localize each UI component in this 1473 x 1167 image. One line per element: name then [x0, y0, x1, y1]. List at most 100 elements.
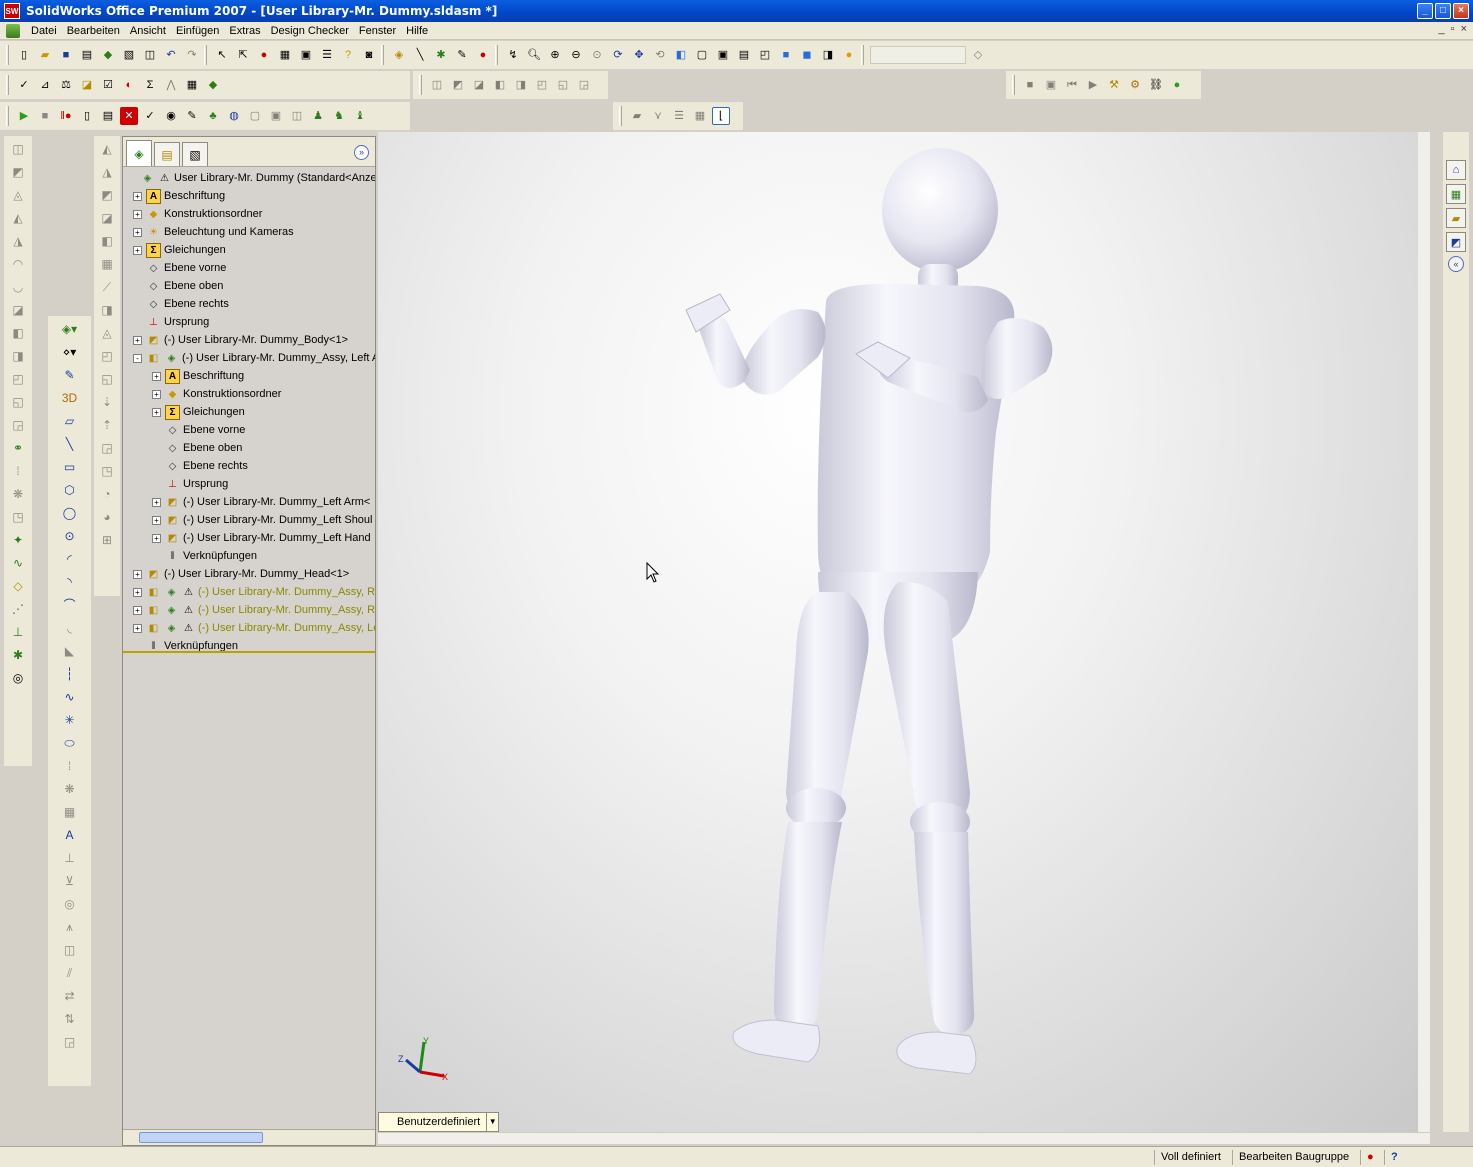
dummy-torso[interactable] — [817, 283, 1015, 602]
check-icon[interactable]: ☑ — [99, 76, 117, 94]
trim-surface-icon[interactable]: ◱ — [98, 370, 116, 388]
expand-node-icon[interactable]: + — [152, 533, 161, 543]
user-icon[interactable]: ♟ — [309, 107, 327, 125]
expand-node-icon[interactable]: + — [133, 605, 142, 615]
tree-node[interactable]: ◇ Ebene rechts — [152, 457, 248, 475]
box3-icon[interactable]: ◫ — [288, 107, 306, 125]
table-icon[interactable]: ▦ — [691, 107, 709, 125]
deviation-icon[interactable]: ⋀ — [162, 76, 180, 94]
tree-node[interactable]: + ◧ ◈ ⚠ (-) User Library-Mr. Dummy_Assy, Lef… — [133, 619, 375, 637]
surface-loft-icon[interactable]: ◪ — [98, 209, 116, 227]
revolve-icon[interactable]: ◩ — [9, 163, 27, 181]
menu-ansicht[interactable]: Ansicht — [125, 25, 171, 37]
expand-node-icon[interactable]: + — [133, 245, 142, 255]
feature-works-icon[interactable]: ◆ — [204, 76, 222, 94]
ellipse-icon[interactable]: ⬭ — [61, 734, 79, 752]
tree-node[interactable]: + Σ Gleichungen — [133, 241, 226, 259]
tree-node[interactable]: + ◆ Konstruktionsordner — [133, 205, 262, 223]
radiate-icon[interactable]: ◲ — [98, 439, 116, 457]
fill-surface-icon[interactable]: ◬ — [98, 324, 116, 342]
tree-node[interactable]: ⊥ Ursprung — [152, 475, 228, 493]
validate-icon[interactable]: ✓ — [141, 107, 159, 125]
tree-node[interactable]: + ☀ Beleuchtung und Kameras — [133, 223, 294, 241]
tree-node[interactable]: + Σ Gleichungen — [152, 403, 245, 421]
shaded-edges-icon[interactable]: ◰ — [756, 46, 774, 64]
tree-node[interactable]: + A Beschriftung — [133, 187, 225, 205]
move-entities-icon[interactable]: ⇅ — [61, 1010, 79, 1028]
user-add-icon[interactable]: ♞ — [330, 107, 348, 125]
graphics-horizontal-scrollbar[interactable] — [378, 1132, 1430, 1144]
view-mode-selector[interactable]: Benutzerdefiniert ▼ — [378, 1112, 500, 1132]
apple-icon[interactable]: ● — [1168, 76, 1186, 94]
tree-node[interactable]: ◇ Ebene rechts — [133, 295, 229, 313]
circular-sketch-pattern-icon[interactable]: ❋ — [61, 780, 79, 798]
help-icon[interactable]: ? — [339, 46, 357, 64]
dummy-right-foot[interactable] — [732, 1019, 821, 1063]
doc-restore-button[interactable]: ▫ — [1451, 23, 1455, 35]
tree-node[interactable]: ◇ Ebene oben — [133, 277, 224, 295]
mate-icon[interactable]: ◩ — [449, 76, 467, 94]
text-icon[interactable]: A — [61, 826, 79, 844]
expand-node-icon[interactable]: + — [133, 587, 142, 597]
ruler-icon[interactable]: ▱ — [61, 412, 79, 430]
corner-icon[interactable]: ⌊ — [712, 107, 730, 125]
smart-fasteners-icon[interactable]: ◨ — [512, 76, 530, 94]
layer-combo[interactable] — [870, 46, 966, 64]
pan-icon[interactable]: ✥ — [630, 46, 648, 64]
section-view-icon[interactable]: ◨ — [819, 46, 837, 64]
edit-sketch-icon[interactable]: ✎ — [61, 366, 79, 384]
tree-node[interactable]: + A Beschriftung — [152, 367, 244, 385]
graphics-vertical-scrollbar[interactable] — [1418, 132, 1430, 1132]
help-status-icon[interactable]: ? — [1384, 1150, 1412, 1165]
hatch-icon[interactable]: ▦ — [61, 803, 79, 821]
configuration-manager-tab[interactable]: ▧ — [182, 142, 208, 166]
expand-node-icon[interactable]: + — [133, 191, 142, 201]
select-icon[interactable]: ↖ — [213, 46, 231, 64]
convert-entities-icon[interactable]: ⇄ — [61, 987, 79, 1005]
print-icon[interactable]: ▤ — [78, 46, 96, 64]
undo-icon[interactable]: ↶ — [162, 46, 180, 64]
chamfer-sketch-icon[interactable]: ◣ — [61, 642, 79, 660]
view-palette-icon[interactable]: ◩ — [1446, 232, 1466, 252]
measure-icon[interactable]: ⊿ — [36, 76, 54, 94]
file-explorer-icon[interactable]: ▰ — [1446, 208, 1466, 228]
add-relation-icon[interactable]: ⊥ — [61, 849, 79, 867]
toolbar-grip[interactable] — [619, 106, 622, 126]
stop-macro-icon[interactable]: ■ — [36, 107, 54, 125]
view-orientation-icon[interactable]: ◧ — [672, 46, 690, 64]
roll-icon[interactable]: ⟲ — [651, 46, 669, 64]
spline-icon[interactable]: ∿ — [9, 554, 27, 572]
menu-bearbeiten[interactable]: Bearbeiten — [62, 25, 125, 37]
extend-icon[interactable]: ◫ — [61, 941, 79, 959]
mass-properties-icon[interactable]: ⚖ — [57, 76, 75, 94]
gears-icon[interactable]: ⚙ — [1126, 76, 1144, 94]
collapse-task-pane-icon[interactable]: « — [1448, 256, 1464, 272]
chamfer-icon[interactable]: ◪ — [9, 301, 27, 319]
wireframe-icon[interactable]: ▢ — [693, 46, 711, 64]
rib-icon[interactable]: ◧ — [9, 324, 27, 342]
extend-surface-icon[interactable]: ◰ — [98, 347, 116, 365]
linear-pattern-icon[interactable]: ⁞ — [9, 462, 27, 480]
expand-node-icon[interactable]: + — [152, 497, 161, 507]
collapse-node-icon[interactable]: - — [133, 353, 142, 363]
scroll-thumb[interactable] — [139, 1132, 263, 1143]
rectangle-icon[interactable]: ▭ — [61, 458, 79, 476]
expand-node-icon[interactable]: + — [133, 209, 142, 219]
tree-node[interactable]: + ◩ (-) User Library-Mr. Dummy_Left Hand — [152, 529, 371, 547]
tree-node[interactable]: + ◧ ◈ ⚠ (-) User Library-Mr. Dummy_Assy, Rig… — [133, 583, 375, 601]
explode-icon[interactable]: ◰ — [533, 76, 551, 94]
simulation-icon[interactable]: ◲ — [575, 76, 593, 94]
folder-icon[interactable]: ▰ — [628, 107, 646, 125]
smart-dimension-icon[interactable]: ⋄▾ — [55, 343, 85, 361]
chain-icon[interactable]: ⛓ — [1147, 76, 1165, 94]
surface-revolve-icon[interactable]: ◮ — [98, 163, 116, 181]
expand-node-icon[interactable]: + — [133, 227, 142, 237]
interference-icon[interactable]: ◱ — [554, 76, 572, 94]
tree-node[interactable]: ⫴ Verknüpfungen — [133, 637, 238, 651]
design-library-icon[interactable]: ▦ — [1446, 184, 1466, 204]
macro-x-icon[interactable]: ✕ — [120, 107, 138, 125]
surface-extrude-icon[interactable]: ◭ — [98, 140, 116, 158]
loft-icon[interactable]: ◭ — [9, 209, 27, 227]
untrim-icon[interactable]: ⇡ — [98, 416, 116, 434]
import-diagnostics-icon[interactable]: ◐ — [120, 76, 138, 94]
